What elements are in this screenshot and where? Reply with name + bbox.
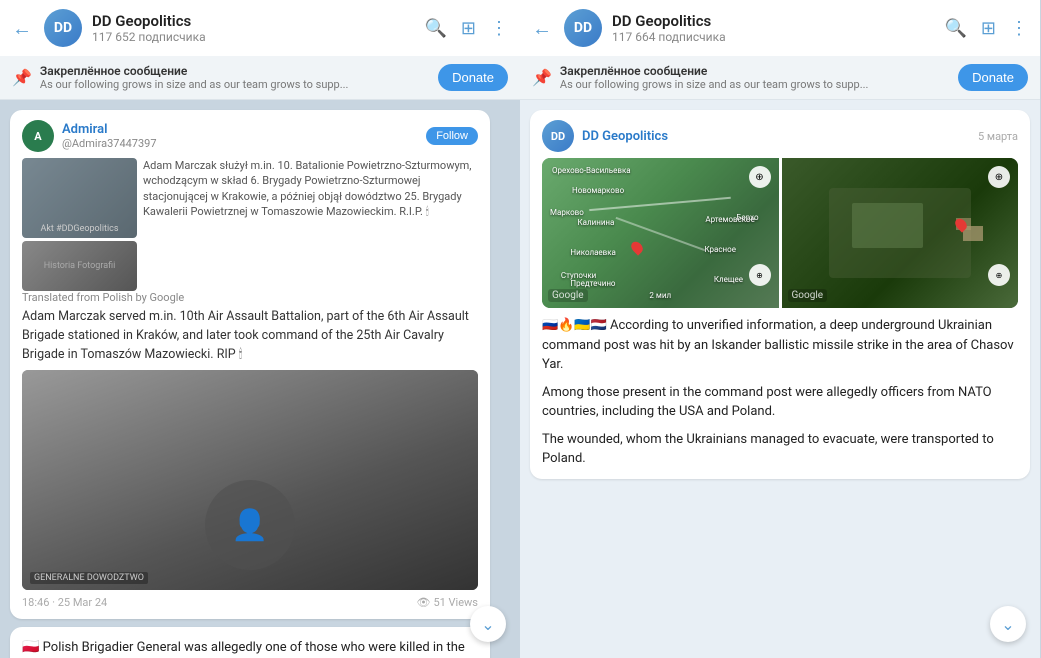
right-chat-area[interactable]: DD DD Geopolitics 5 марта Ореховo-Василь… [520,100,1040,658]
map-image-left: Ореховo-Васильевка Новомарково Марково Б… [542,158,779,308]
dd-channel-avatar: DD [542,120,574,152]
right-header-info: DD Geopolitics 117 664 подписчика [612,12,934,44]
follow-button[interactable]: Follow [426,127,478,145]
left-avatar: DD [44,9,82,47]
right-header: ← DD DD Geopolitics 117 664 подписчика 🔍… [520,0,1040,56]
map-compass-left: ⊕ [749,166,771,188]
left-pinned-title: Закреплённое сообщение [40,64,430,78]
left-chat-area[interactable]: A Admiral @Admira37447397 Follow Akt #DD… [0,100,520,658]
translated-label: Translated from Polish by Google [22,291,478,304]
right-columns-icon[interactable]: ⊞ [981,18,996,39]
right-scroll-down-button[interactable]: ⌄ [990,606,1026,642]
right-pin-icon: 📌 [532,68,552,87]
left-more-icon[interactable]: ⋮ [490,18,508,39]
right-search-icon[interactable]: 🔍 [944,18,966,39]
photo-watermark: GENERALNE DOWODZTWO [30,572,148,584]
right-channel-title: DD Geopolitics [612,12,934,30]
dd-message-date: 5 марта [978,130,1018,143]
tweet-right-content: Adam Marczak służył m.in. 10. Batalionie… [143,158,478,291]
pin-icon: 📌 [12,68,32,87]
chevron-down-icon: ⌄ [481,615,494,634]
right-pinned-banner[interactable]: 📌 Закреплённое сообщение As our followin… [520,56,1040,100]
right-pinned-text: Закреплённое сообщение As our following … [560,64,950,91]
left-scroll-down-button[interactable]: ⌄ [470,606,506,642]
tweet-content: Akt #DDGeopolitics Historia Fotografii A… [22,158,478,291]
map-image-right: ⊕ ⊕ Google [782,158,1019,308]
left-channel-title: DD Geopolitics [92,12,414,30]
msg-author-name: Admiral [62,122,157,137]
left-header: ← DD DD Geopolitics 117 652 подписчика 🔍… [0,0,520,56]
msg-author-info: Admiral @Admira37447397 [62,122,157,150]
map-scale-right: ⊕ [988,264,1010,286]
admiral-avatar: A [22,120,54,152]
dd-message-bubble: DD DD Geopolitics 5 марта Ореховo-Василь… [530,110,1030,479]
msg-time-row: 18:46 · 25 Mar 24 👁 51 Views [22,596,478,609]
left-search-icon[interactable]: 🔍 [424,18,446,39]
tweet-images: Akt #DDGeopolitics Historia Fotografii [22,158,137,291]
right-donate-button[interactable]: Donate [958,64,1028,91]
right-pinned-title: Закреплённое сообщение [560,64,950,78]
bw-photo: 👤 GENERALNE DOWODZTWO [22,370,478,590]
map-watermark-left: Google [548,289,588,302]
message-bubble-1: A Admiral @Admira37447397 Follow Akt #DD… [10,110,490,619]
map-watermark-right: Google [788,289,828,302]
tweet-polish-text: Adam Marczak służył m.in. 10. Batalionie… [143,158,478,220]
left-panel: ← DD DD Geopolitics 117 652 подписчика 🔍… [0,0,520,658]
right-avatar: DD [564,9,602,47]
left-pinned-text: Закреплённое сообщение As our following … [40,64,430,91]
left-subscriber-count: 117 652 подписчика [92,30,414,44]
map-container: Ореховo-Васильевка Новомарково Марково Б… [542,158,1018,308]
right-more-icon[interactable]: ⋮ [1010,18,1028,39]
right-back-button[interactable]: ← [532,16,552,41]
left-back-button[interactable]: ← [12,16,32,41]
dd-message-body: 🇷🇺🔥🇺🇦🇳🇱 According to unverified informat… [542,316,1018,469]
map-compass-right: ⊕ [988,166,1010,188]
left-donate-button[interactable]: Donate [438,64,508,91]
msg-views: 👁 51 Views [416,596,478,609]
tweet-image-2: Historia Fotografii [22,241,137,291]
right-subscriber-count: 117 664 подписчика [612,30,934,44]
left-pinned-banner[interactable]: 📌 Закреплённое сообщение As our followin… [0,56,520,100]
msg-english-text: Adam Marczak served m.in. 10th Air Assau… [22,308,478,364]
right-pinned-description: As our following grows in size and as ou… [560,78,950,91]
eye-icon: 👁 [416,596,430,609]
msg-time: 18:46 · 25 Mar 24 [22,596,107,609]
message-bubble-2: 🇵🇱 Polish Brigadier General was allegedl… [10,627,490,658]
msg-author-row: A Admiral @Admira37447397 Follow [22,120,478,152]
dd-channel-name: DD Geopolitics [582,129,668,144]
right-panel: ← DD DD Geopolitics 117 664 подписчика 🔍… [520,0,1040,658]
channel-header: DD DD Geopolitics 5 марта [542,120,1018,152]
left-header-info: DD Geopolitics 117 652 подписчика [92,12,414,44]
map-scale-left: ⊕ [749,264,771,286]
right-header-icons: 🔍 ⊞ ⋮ [944,18,1028,39]
msg-author-handle: @Admira37447397 [62,137,157,150]
left-pinned-description: As our following grows in size and as ou… [40,78,430,91]
tweet-image-1: Akt #DDGeopolitics [22,158,137,238]
left-header-icons: 🔍 ⊞ ⋮ [424,18,508,39]
left-columns-icon[interactable]: ⊞ [461,18,476,39]
bottom-text-1: 🇵🇱 Polish Brigadier General was allegedl… [22,637,478,658]
right-chevron-down-icon: ⌄ [1001,615,1014,634]
